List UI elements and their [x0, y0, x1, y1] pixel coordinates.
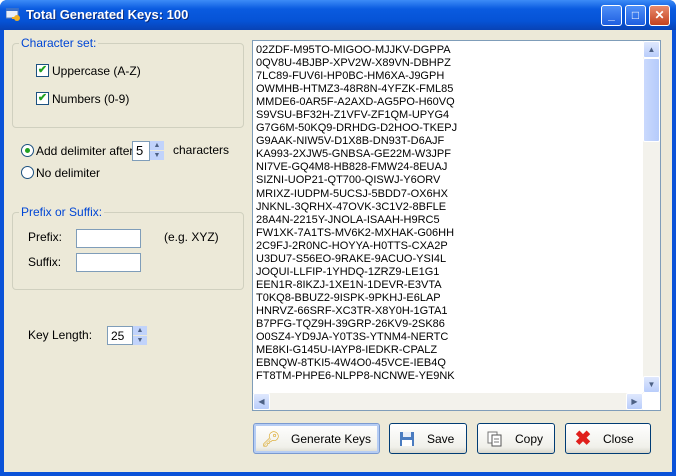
key-line: FW1XK-7A1TS-MV6K2-MXHAK-G06HH [256, 226, 455, 239]
key-length-spin-up[interactable]: ▲ [133, 326, 147, 335]
character-set-group: Character set: ✔ Uppercase (A-Z) ✔ Numbe… [12, 36, 244, 128]
prefix-suffix-group: Prefix or Suffix: Prefix: (e.g. XYZ) Suf… [12, 205, 244, 290]
key-length-label: Key Length: [28, 328, 93, 342]
numbers-checkbox[interactable]: ✔ [36, 92, 49, 105]
key-line: ME8KI-G145U-IAYP8-IEDKR-CPALZ [256, 344, 438, 357]
key-length-input[interactable]: 25 [107, 326, 133, 345]
key-line: OWMHB-HTMZ3-48R8N-4YFZK-FML85 [256, 83, 454, 96]
key-line: KA993-2XJW5-GNBSA-GE22M-W3JPF [256, 148, 451, 161]
maximize-button[interactable]: □ [625, 5, 646, 26]
generate-keys-button[interactable]: 🔑︎ Generate Keys [253, 423, 380, 454]
generate-keys-label: Generate Keys [291, 431, 372, 446]
character-set-title: Character set: [19, 36, 99, 50]
numbers-label[interactable]: Numbers (0-9) [52, 92, 129, 106]
save-button[interactable]: Save [389, 423, 467, 454]
keys-textbox[interactable]: 02ZDF-M95TO-MIGOO-MJJKV-DGPPA 0QV8U-4BJBP… [252, 40, 661, 411]
prefix-input[interactable] [76, 229, 141, 248]
horizontal-scrollbar[interactable]: ◀ ▶ [253, 393, 643, 410]
key-line: 2C9FJ-2R0NC-HOYYA-H0TTS-CXA2P [256, 239, 448, 252]
keys-list: 02ZDF-M95TO-MIGOO-MJJKV-DGPPA 0QV8U-4BJBP… [256, 44, 457, 383]
key-line: U3DU7-S56EO-9RAKE-9ACUO-YSI4L [256, 252, 447, 265]
key-line: 02ZDF-M95TO-MIGOO-MJJKV-DGPPA [256, 44, 451, 56]
suffix-label: Suffix: [28, 255, 62, 269]
no-delimiter-label[interactable]: No delimiter [36, 166, 100, 180]
key-line: 0QV8U-4BJBP-XPV2W-X89VN-DBHPZ [256, 57, 451, 70]
uppercase-checkbox[interactable]: ✔ [36, 64, 49, 77]
close-window-button[interactable]: ✕ [649, 5, 670, 26]
save-label: Save [427, 431, 455, 446]
key-line: NI7VE-GQ4M8-HB828-FMW24-8EUAJ [256, 161, 448, 174]
key-line: EBNQW-8TKI5-4W4O0-45VCE-IEB4Q [256, 357, 446, 370]
key-line: G7G6M-50KQ9-DRHDG-D2HOO-TKEPJ [256, 122, 458, 135]
add-delimiter-radio[interactable] [21, 144, 34, 157]
close-label: Close [603, 431, 634, 446]
delimiter-spin-down[interactable]: ▼ [150, 151, 164, 160]
title-bar[interactable]: Total Generated Keys: 100 _ □ ✕ [0, 0, 676, 30]
uppercase-label[interactable]: Uppercase (A-Z) [52, 64, 141, 78]
close-button[interactable]: ✖ Close [565, 423, 651, 454]
copy-label: Copy [515, 431, 544, 446]
key-line: G9AAK-NIW5V-D1X8B-DN93T-D6AJF [256, 135, 445, 148]
prefix-hint: (e.g. XYZ) [164, 230, 219, 244]
key-line: B7PFG-TQZ9H-39GRP-26KV9-2SK86 [256, 317, 445, 330]
key-line: JOQUI-LLFIP-1YHDQ-1ZRZ9-LE1G1 [256, 265, 440, 278]
delimiter-spin-up[interactable]: ▲ [150, 141, 164, 150]
copy-button[interactable]: Copy [477, 423, 555, 454]
key-line: O0SZ4-YD9JA-Y0T3S-YTNM4-NERTC [256, 331, 449, 344]
characters-label: characters [173, 143, 230, 157]
client-area: Character set: ✔ Uppercase (A-Z) ✔ Numbe… [4, 30, 672, 472]
scroll-left-button[interactable]: ◀ [253, 393, 270, 410]
scroll-thumb[interactable] [643, 58, 660, 142]
window-title: Total Generated Keys: 100 [26, 7, 189, 22]
key-line: FT8TM-PHPE6-NLPP8-NCNWE-YE9NK [256, 370, 455, 383]
key-line: S9VSU-BF32H-Z1VFV-ZF1QM-UPYG4 [256, 109, 450, 122]
key-icon: 🔑︎ [261, 430, 281, 448]
no-delimiter-radio[interactable] [21, 166, 34, 179]
vertical-scrollbar[interactable]: ▲ ▼ [643, 41, 660, 393]
key-line: MMDE6-0AR5F-A2AXD-AG5PO-H60VQ [256, 96, 455, 109]
suffix-input[interactable] [76, 253, 141, 272]
key-line: 28A4N-2215Y-JNOLA-ISAAH-H9RC5 [256, 213, 440, 226]
key-line: MRIXZ-IUDPM-5UCSJ-5BDD7-OX6HX [256, 187, 448, 200]
minimize-button[interactable]: _ [601, 5, 622, 26]
key-length-spin-down[interactable]: ▼ [133, 336, 147, 345]
key-line: 7LC89-FUV6I-HP0BC-HM6XA-J9GPH [256, 70, 445, 83]
key-line: SIZNI-UOP21-QT700-QISWJ-Y6ORV [256, 174, 441, 187]
prefix-suffix-title: Prefix or Suffix: [19, 205, 105, 219]
key-line: JNKNL-3QRHX-47OVK-3C1V2-8BFLE [256, 200, 447, 213]
app-key-icon [6, 8, 20, 21]
red-x-icon: ✖ [574, 428, 592, 450]
floppy-disk-icon [397, 429, 417, 449]
scroll-up-button[interactable]: ▲ [643, 41, 660, 58]
main-window: Total Generated Keys: 100 _ □ ✕ Characte… [0, 0, 676, 476]
key-line: EEN1R-8IKZJ-1XE1N-1DEVR-E3VTA [256, 278, 442, 291]
copy-icon [485, 429, 505, 449]
add-delimiter-label[interactable]: Add delimiter after: [36, 144, 137, 158]
scroll-down-button[interactable]: ▼ [643, 376, 660, 393]
prefix-label: Prefix: [28, 230, 63, 244]
key-line: HNRVZ-66SRF-XC3TR-X8Y0H-1GTA1 [256, 304, 448, 317]
key-line: T0KQ8-BBUZ2-9ISPK-9PKHJ-E6LAP [256, 291, 441, 304]
scroll-right-button[interactable]: ▶ [626, 393, 643, 410]
delimiter-input[interactable]: 5 [132, 141, 150, 161]
